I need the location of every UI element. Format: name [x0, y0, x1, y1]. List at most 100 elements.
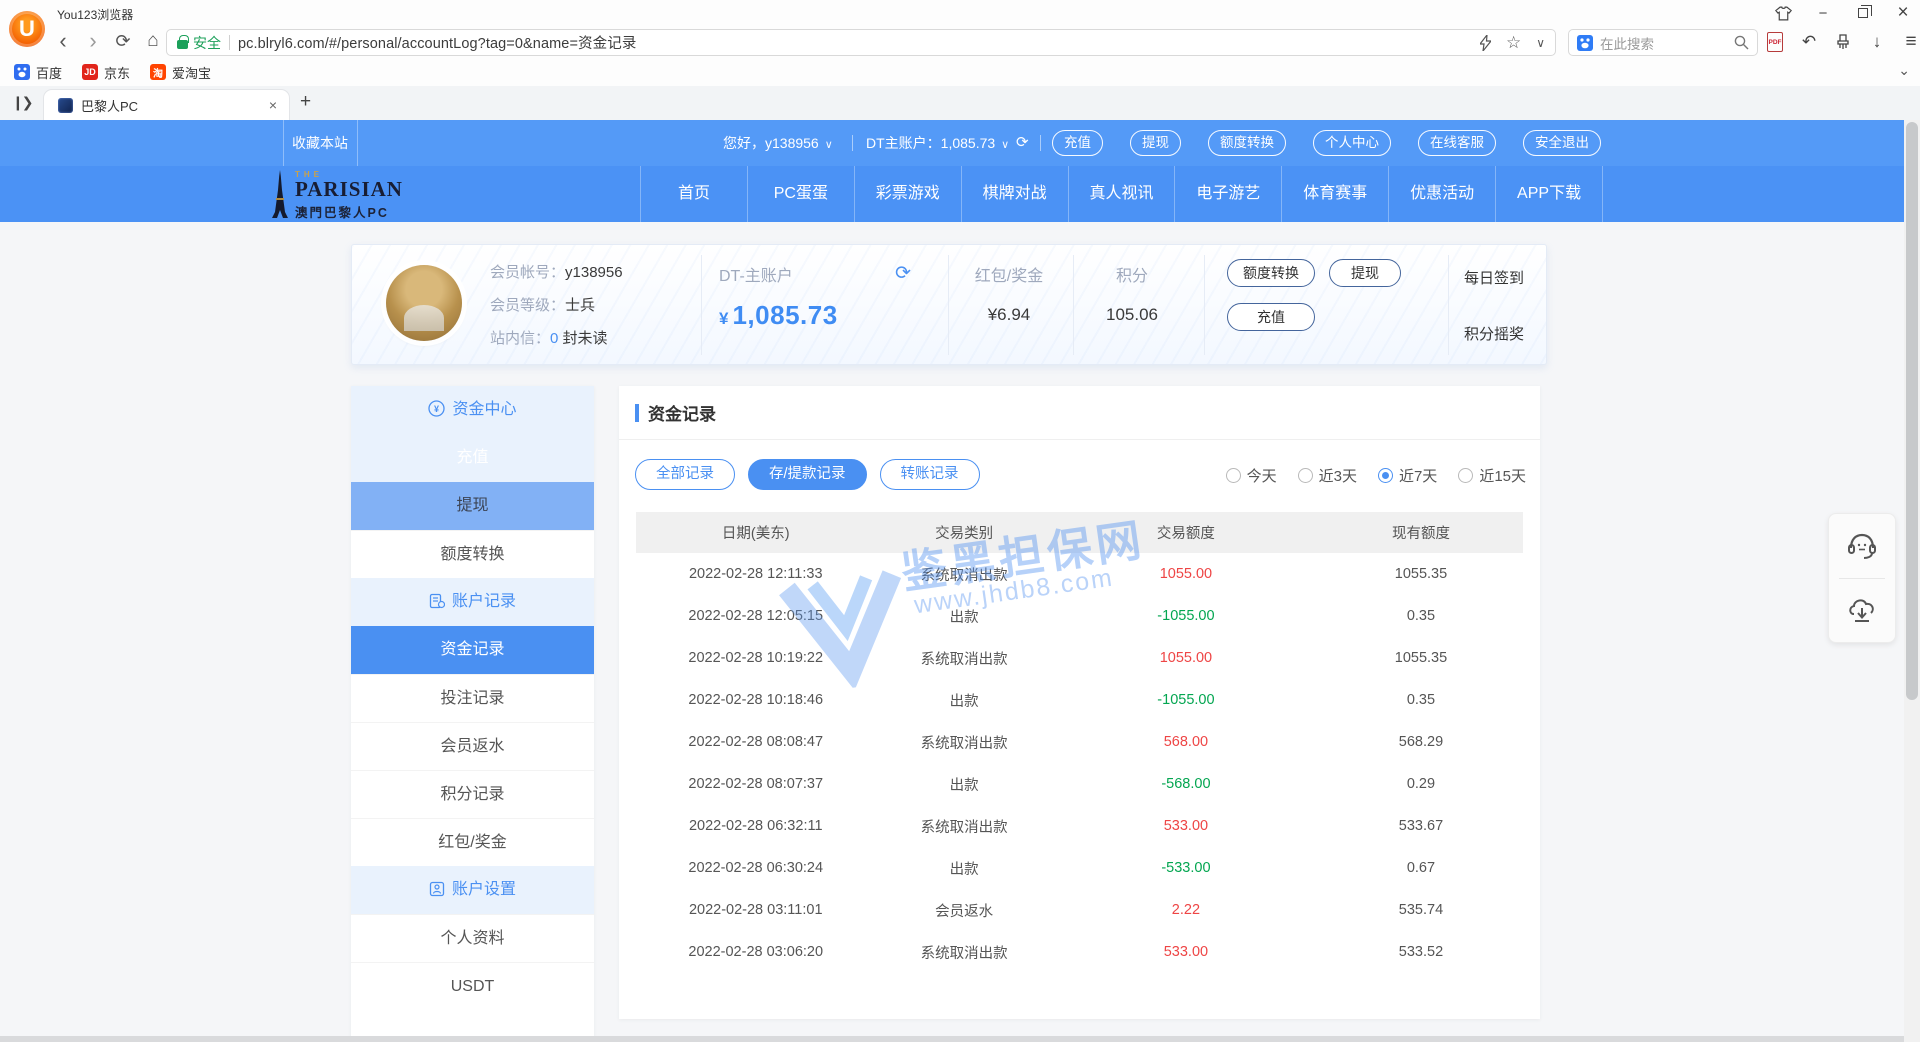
close-button[interactable]: × [1894, 4, 1912, 22]
tab-close-icon[interactable]: × [269, 97, 277, 113]
tab-transfer-records[interactable]: 转账记录 [880, 459, 980, 490]
favorite-site-link[interactable]: 收藏本站 [283, 120, 357, 166]
scrollbar[interactable] [1904, 120, 1920, 1042]
main-menu: 首页 PC蛋蛋 彩票游戏 棋牌对战 真人视讯 电子游艺 体育赛事 优惠活动 AP… [640, 166, 1603, 222]
panel-deposit-button[interactable]: 充值 [1227, 303, 1315, 331]
table-row: 2022-02-28 12:11:33系统取消出款1055.001055.35 [636, 553, 1523, 595]
topbar-logout-button[interactable]: 安全退出 [1523, 130, 1601, 156]
search-input[interactable]: 在此搜索 [1600, 33, 1727, 53]
menu-icon[interactable]: ≡ [1900, 31, 1920, 53]
theme-skin-icon[interactable] [1774, 4, 1792, 22]
topbar-deposit-button[interactable]: 充值 [1052, 130, 1103, 156]
table-row: 2022-02-28 10:18:46出款-1055.000.35 [636, 679, 1523, 721]
nav-home[interactable]: 首页 [640, 166, 747, 222]
nav-sports[interactable]: 体育赛事 [1281, 166, 1388, 222]
topbar-personal-center-button[interactable]: 个人中心 [1313, 130, 1391, 156]
nav-live-casino[interactable]: 真人视讯 [1068, 166, 1175, 222]
sidebar-item-fund-records[interactable]: 资金记录 [351, 626, 594, 674]
scrollbar-thumb[interactable] [1906, 122, 1918, 700]
radio-circle [1458, 468, 1473, 483]
bookmark-taobao[interactable]: 淘 爱淘宝 [150, 63, 211, 82]
floating-tools [1828, 513, 1896, 643]
panel-withdraw-button[interactable]: 提现 [1329, 259, 1401, 287]
customer-service-headset-icon[interactable] [1829, 514, 1895, 578]
new-tab-button[interactable]: + [300, 91, 311, 113]
main-account-balance[interactable]: DT主账户：1,085.73∨ [866, 120, 1009, 166]
tab-favicon [58, 98, 73, 113]
sidebar-item-transfer[interactable]: 额度转换 [351, 530, 594, 578]
points-label: 积分 [1082, 262, 1182, 286]
restore-button[interactable] [1854, 4, 1872, 22]
topbar-withdraw-button[interactable]: 提现 [1130, 130, 1181, 156]
nav-app-download[interactable]: APP下载 [1495, 166, 1603, 222]
bookmark-jd[interactable]: JD 京东 [82, 63, 130, 82]
sidebar-item-withdraw[interactable]: 提现 [351, 482, 594, 530]
radio-3days[interactable]: 近3天 [1298, 465, 1357, 486]
sidebar-item-bonus[interactable]: 红包/奖金 [351, 818, 594, 866]
nav-pc-dandan[interactable]: PC蛋蛋 [747, 166, 854, 222]
page-content: 收藏本站 您好，y138956∨ DT主账户：1,085.73∨ ⟳ 充值 提现… [0, 120, 1904, 1042]
topbar-customer-service-button[interactable]: 在线客服 [1418, 130, 1496, 156]
active-tab[interactable]: 巴黎人PC × [43, 89, 290, 120]
profile-panel: 会员帐号：y138956 会员等级：士兵 站内信：0 封未读 DT-主账户 ⟳ … [351, 244, 1547, 365]
sidebar-item-deposit[interactable]: 充值 [351, 434, 594, 482]
cleaner-brush-icon[interactable] [1832, 31, 1854, 53]
balance-refresh-icon[interactable]: ⟳ [1016, 134, 1033, 151]
tab-deposit-withdraw-records[interactable]: 存/提款记录 [748, 459, 867, 490]
collapse-bookmarks-icon[interactable]: ⌄ [1898, 62, 1910, 79]
topbar-transfer-button[interactable]: 额度转换 [1208, 130, 1286, 156]
undo-icon[interactable]: ↶ [1798, 31, 1820, 53]
radio-15days[interactable]: 近15天 [1458, 465, 1526, 486]
sidebar-item-personal-info[interactable]: 个人资料 [351, 914, 594, 962]
pdf-tool-icon[interactable]: PDF [1764, 31, 1786, 53]
back-button[interactable]: ‹ [50, 28, 76, 54]
browser-toolbar: ‹ › ⟳ ⌂ 安全 pc.blryl6.com/#/personal/acco… [0, 26, 1920, 58]
panel-transfer-button[interactable]: 额度转换 [1227, 259, 1315, 287]
sidebar-section-funds-center[interactable]: ¥资金中心 [351, 386, 594, 434]
sidebar-item-member-rebate[interactable]: 会员返水 [351, 722, 594, 770]
home-button[interactable]: ⌂ [140, 28, 166, 54]
points-lottery-link[interactable]: 积分摇奖 [1464, 323, 1524, 344]
transactions-table: 日期(美东)交易类别交易额度现有额度 2022-02-28 12:11:33系统… [636, 512, 1523, 973]
tab-all-records[interactable]: 全部记录 [635, 459, 735, 490]
bookmark-star-icon[interactable]: ☆ [1506, 33, 1521, 53]
cloud-download-icon[interactable] [1829, 579, 1895, 643]
daily-signin-link[interactable]: 每日签到 [1464, 267, 1524, 288]
table-row: 2022-02-28 08:08:47系统取消出款568.00568.29 [636, 721, 1523, 763]
search-box[interactable]: 在此搜索 [1568, 29, 1758, 56]
site-topbar: 收藏本站 您好，y138956∨ DT主账户：1,085.73∨ ⟳ 充值 提现… [0, 120, 1904, 166]
lightning-icon[interactable] [1480, 35, 1491, 51]
tab-list-toggle-icon[interactable]: ❙❯ [12, 94, 31, 111]
nav-promotions[interactable]: 优惠活动 [1388, 166, 1495, 222]
sidebar-item-points-records[interactable]: 积分记录 [351, 770, 594, 818]
sidebar-section-account-records[interactable]: 账户记录 [351, 578, 594, 626]
wallet-refresh-icon[interactable]: ⟳ [895, 263, 917, 285]
sidebar-section-account-settings[interactable]: 账户设置 [351, 866, 594, 914]
forward-button[interactable]: › [80, 28, 106, 54]
table-row: 2022-02-28 10:19:22系统取消出款1055.001055.35 [636, 637, 1523, 679]
sidebar-item-usdt[interactable]: USDT [351, 962, 594, 1010]
minimize-button[interactable]: − [1814, 4, 1832, 22]
fund-records-card: 资金记录 全部记录 存/提款记录 转账记录 今天 近3天 近7天 近15天 日期… [619, 386, 1540, 1019]
bookmarks-bar: 百度 JD 京东 淘 爱淘宝 ⌄ [0, 58, 1920, 86]
downloads-icon[interactable]: ↓ [1866, 31, 1888, 53]
sidebar-item-bet-records[interactable]: 投注记录 [351, 674, 594, 722]
address-bar[interactable]: 安全 pc.blryl6.com/#/personal/accountLog?t… [166, 29, 1556, 56]
reload-button[interactable]: ⟳ [110, 28, 136, 54]
inbox-row[interactable]: 站内信：0 封未读 [490, 322, 623, 355]
addressbar-dropdown-icon[interactable]: ∨ [1536, 36, 1545, 50]
eiffel-tower-icon [272, 170, 288, 218]
radio-today[interactable]: 今天 [1226, 465, 1277, 486]
browser-title: You123浏览器 [57, 6, 133, 23]
site-logo[interactable]: THE PARISIAN 澳門巴黎人PC [272, 170, 403, 221]
nav-lottery[interactable]: 彩票游戏 [854, 166, 961, 222]
magnifier-icon[interactable] [1734, 35, 1749, 50]
radio-7days[interactable]: 近7天 [1378, 465, 1437, 486]
bonus-label: 红包/奖金 [965, 262, 1053, 286]
user-greeting[interactable]: 您好，y138956∨ [723, 120, 833, 166]
bookmark-baidu[interactable]: 百度 [14, 63, 62, 82]
nav-slots[interactable]: 电子游艺 [1174, 166, 1281, 222]
url-text[interactable]: pc.blryl6.com/#/personal/accountLog?tag=… [238, 32, 636, 53]
nav-board-games[interactable]: 棋牌对战 [961, 166, 1068, 222]
svg-text:¥: ¥ [434, 404, 439, 414]
